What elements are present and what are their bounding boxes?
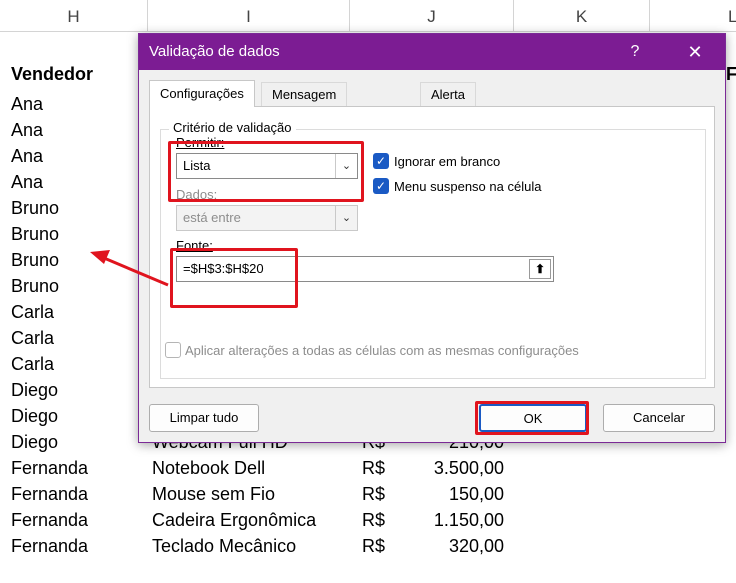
settings-panel: Critério de validação Permitir: Lista ⌄ … [149, 106, 715, 388]
vendedor-cell[interactable]: Bruno [11, 195, 59, 221]
dados-label: Dados: [176, 187, 218, 202]
produto-cell[interactable]: Notebook Dell [152, 455, 265, 481]
produto-cell[interactable]: Teclado Mecânico [152, 533, 296, 559]
aplicar-label: Aplicar alterações a todas as células co… [185, 343, 579, 358]
produto-cell[interactable]: Cadeira Ergonômica [152, 507, 316, 533]
vendedor-cell[interactable]: Bruno [11, 221, 59, 247]
validation-criteria-label: Critério de validação [169, 120, 296, 135]
cancelar-button[interactable]: Cancelar [603, 404, 715, 432]
chevron-down-icon: ⌄ [335, 206, 357, 230]
permitir-value: Lista [183, 158, 211, 173]
vendedor-cell[interactable]: Ana [11, 117, 43, 143]
vendedor-cell[interactable]: Fernanda [11, 533, 88, 559]
moeda-cell[interactable]: R$ [362, 507, 385, 533]
vendedor-cell[interactable]: Carla [11, 325, 54, 351]
close-button[interactable]: ✕ [675, 34, 715, 70]
validation-criteria-group: Critério de validação Permitir: Lista ⌄ … [160, 120, 706, 379]
ok-button[interactable]: OK [479, 404, 587, 432]
help-button[interactable]: ? [615, 34, 655, 70]
permitir-label: Permitir: [176, 135, 225, 150]
vendedor-cell[interactable]: Carla [11, 351, 54, 377]
vendedor-cell[interactable]: Diego [11, 429, 58, 455]
aplicar-checkbox [165, 342, 181, 358]
fonte-label: Fonte: [176, 238, 213, 253]
valor-cell[interactable]: 3.500,00 [404, 455, 504, 481]
menu-suspenso-checkbox[interactable]: ✓ [373, 178, 389, 194]
column-header-j[interactable]: J [350, 0, 514, 32]
column-header-l[interactable]: L [650, 0, 736, 32]
limpar-tudo-button[interactable]: Limpar tudo [149, 404, 259, 432]
menu-suspenso-label: Menu suspenso na célula [394, 179, 542, 194]
dialog-titlebar[interactable]: Validação de dados ? ✕ [139, 34, 725, 70]
fonte-input[interactable]: =$H$3:$H$20 ⬆ [176, 256, 554, 282]
tab-configuracoes[interactable]: Configurações [149, 80, 255, 107]
fonte-value: =$H$3:$H$20 [183, 261, 264, 276]
column-header-h[interactable]: H [0, 0, 148, 32]
vendedor-cell[interactable]: Fernanda [11, 455, 88, 481]
chevron-down-icon[interactable]: ⌄ [335, 154, 357, 178]
data-validation-dialog: Validação de dados ? ✕ Configurações Men… [138, 33, 726, 443]
ignorar-em-branco-label: Ignorar em branco [394, 154, 501, 169]
column-header-i[interactable]: I [148, 0, 350, 32]
dialog-title: Validação de dados [149, 43, 280, 60]
dados-select: está entre ⌄ [176, 205, 358, 231]
vendedor-cell[interactable]: Bruno [11, 273, 59, 299]
vendedor-cell[interactable]: Ana [11, 91, 43, 117]
valor-cell[interactable]: 150,00 [404, 481, 504, 507]
valor-cell[interactable]: 320,00 [404, 533, 504, 559]
column-f-header-partial[interactable]: F [726, 61, 736, 87]
column-header-k[interactable]: K [514, 0, 650, 32]
vendedor-cell[interactable]: Ana [11, 143, 43, 169]
vendedor-cell[interactable]: Diego [11, 403, 58, 429]
dados-value: está entre [183, 210, 241, 225]
vendedor-cell[interactable]: Diego [11, 377, 58, 403]
vendedor-header[interactable]: Vendedor [11, 61, 93, 87]
collapse-dialog-icon[interactable]: ⬆ [529, 259, 551, 279]
tab-mensagem-de-entrada[interactable]: Mensagem de entrada [261, 82, 348, 126]
tab-alerta-de-erro[interactable]: Alerta de erro [420, 82, 476, 150]
vendedor-cell[interactable]: Ana [11, 169, 43, 195]
moeda-cell[interactable]: R$ [362, 481, 385, 507]
permitir-select[interactable]: Lista ⌄ [176, 153, 358, 179]
moeda-cell[interactable]: R$ [362, 455, 385, 481]
ignorar-em-branco-checkbox[interactable]: ✓ [373, 153, 389, 169]
produto-cell[interactable]: Mouse sem Fio [152, 481, 275, 507]
column-header-row: H I J K L [0, 0, 736, 32]
valor-cell[interactable]: 1.150,00 [404, 507, 504, 533]
vendedor-cell[interactable]: Fernanda [11, 507, 88, 533]
vendedor-cell[interactable]: Carla [11, 299, 54, 325]
vendedor-cell[interactable]: Bruno [11, 247, 59, 273]
moeda-cell[interactable]: R$ [362, 533, 385, 559]
vendedor-cell[interactable]: Fernanda [11, 481, 88, 507]
